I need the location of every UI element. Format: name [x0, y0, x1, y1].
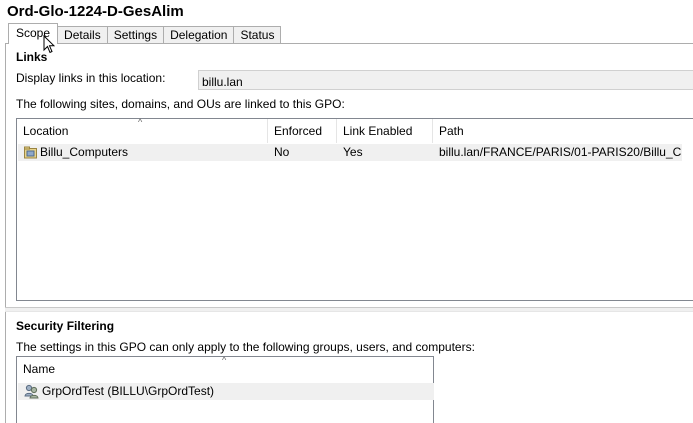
- security-filtering-description: The settings in this GPO can only apply …: [16, 340, 475, 354]
- tab-delegation[interactable]: Delegation: [163, 26, 235, 44]
- group-icon: [24, 384, 39, 399]
- security-filtering-title: Security Filtering: [16, 319, 115, 333]
- location-select[interactable]: billu.lan: [198, 70, 693, 90]
- sort-ascending-icon: ^: [222, 355, 227, 365]
- section-splitter[interactable]: [5, 307, 693, 312]
- security-filtering-list[interactable]: Name ^ GrpOrdTest (BILLU\GrpOrdTest): [16, 356, 434, 423]
- display-links-label: Display links in this location:: [16, 71, 166, 85]
- column-label-path: Path: [439, 124, 464, 138]
- organizational-unit-icon: [24, 146, 37, 159]
- linked-objects-text: The following sites, domains, and OUs ar…: [16, 97, 345, 111]
- tab-status[interactable]: Status: [233, 26, 282, 44]
- column-header-enforced[interactable]: Enforced: [268, 119, 337, 143]
- tab-details[interactable]: Details: [57, 26, 108, 44]
- cell-link-enabled: Yes: [343, 145, 363, 159]
- column-label-location: Location: [23, 124, 69, 138]
- table-row[interactable]: Billu_Computers No Yes billu.lan/FRANCE/…: [18, 144, 682, 161]
- mouse-pointer-icon: [43, 35, 55, 54]
- cell-name: GrpOrdTest (BILLU\GrpOrdTest): [42, 384, 215, 398]
- table-row[interactable]: GrpOrdTest (BILLU\GrpOrdTest): [18, 383, 434, 400]
- tab-settings[interactable]: Settings: [106, 26, 165, 44]
- gpo-title: Ord-Glo-1224-D-GesAlim: [7, 3, 184, 20]
- column-header-location[interactable]: Location: [17, 119, 268, 143]
- location-value: billu.lan: [202, 75, 243, 89]
- links-list[interactable]: Location ^ Enforced Link Enabled Path Bi…: [16, 118, 693, 301]
- cell-enforced: No: [274, 145, 290, 159]
- cell-path: billu.lan/FRANCE/PARIS/01-PARIS20/Billu_…: [439, 145, 681, 159]
- links-list-header: Location ^ Enforced Link Enabled Path: [17, 117, 693, 143]
- column-label-name: Name: [23, 362, 56, 376]
- cell-location: Billu_Computers: [40, 145, 129, 159]
- column-label-link-enabled: Link Enabled: [343, 124, 413, 138]
- column-label-enforced: Enforced: [274, 124, 323, 138]
- sort-ascending-icon: ^: [138, 117, 143, 127]
- column-header-path[interactable]: Path: [433, 119, 693, 143]
- column-header-link-enabled[interactable]: Link Enabled: [337, 119, 433, 143]
